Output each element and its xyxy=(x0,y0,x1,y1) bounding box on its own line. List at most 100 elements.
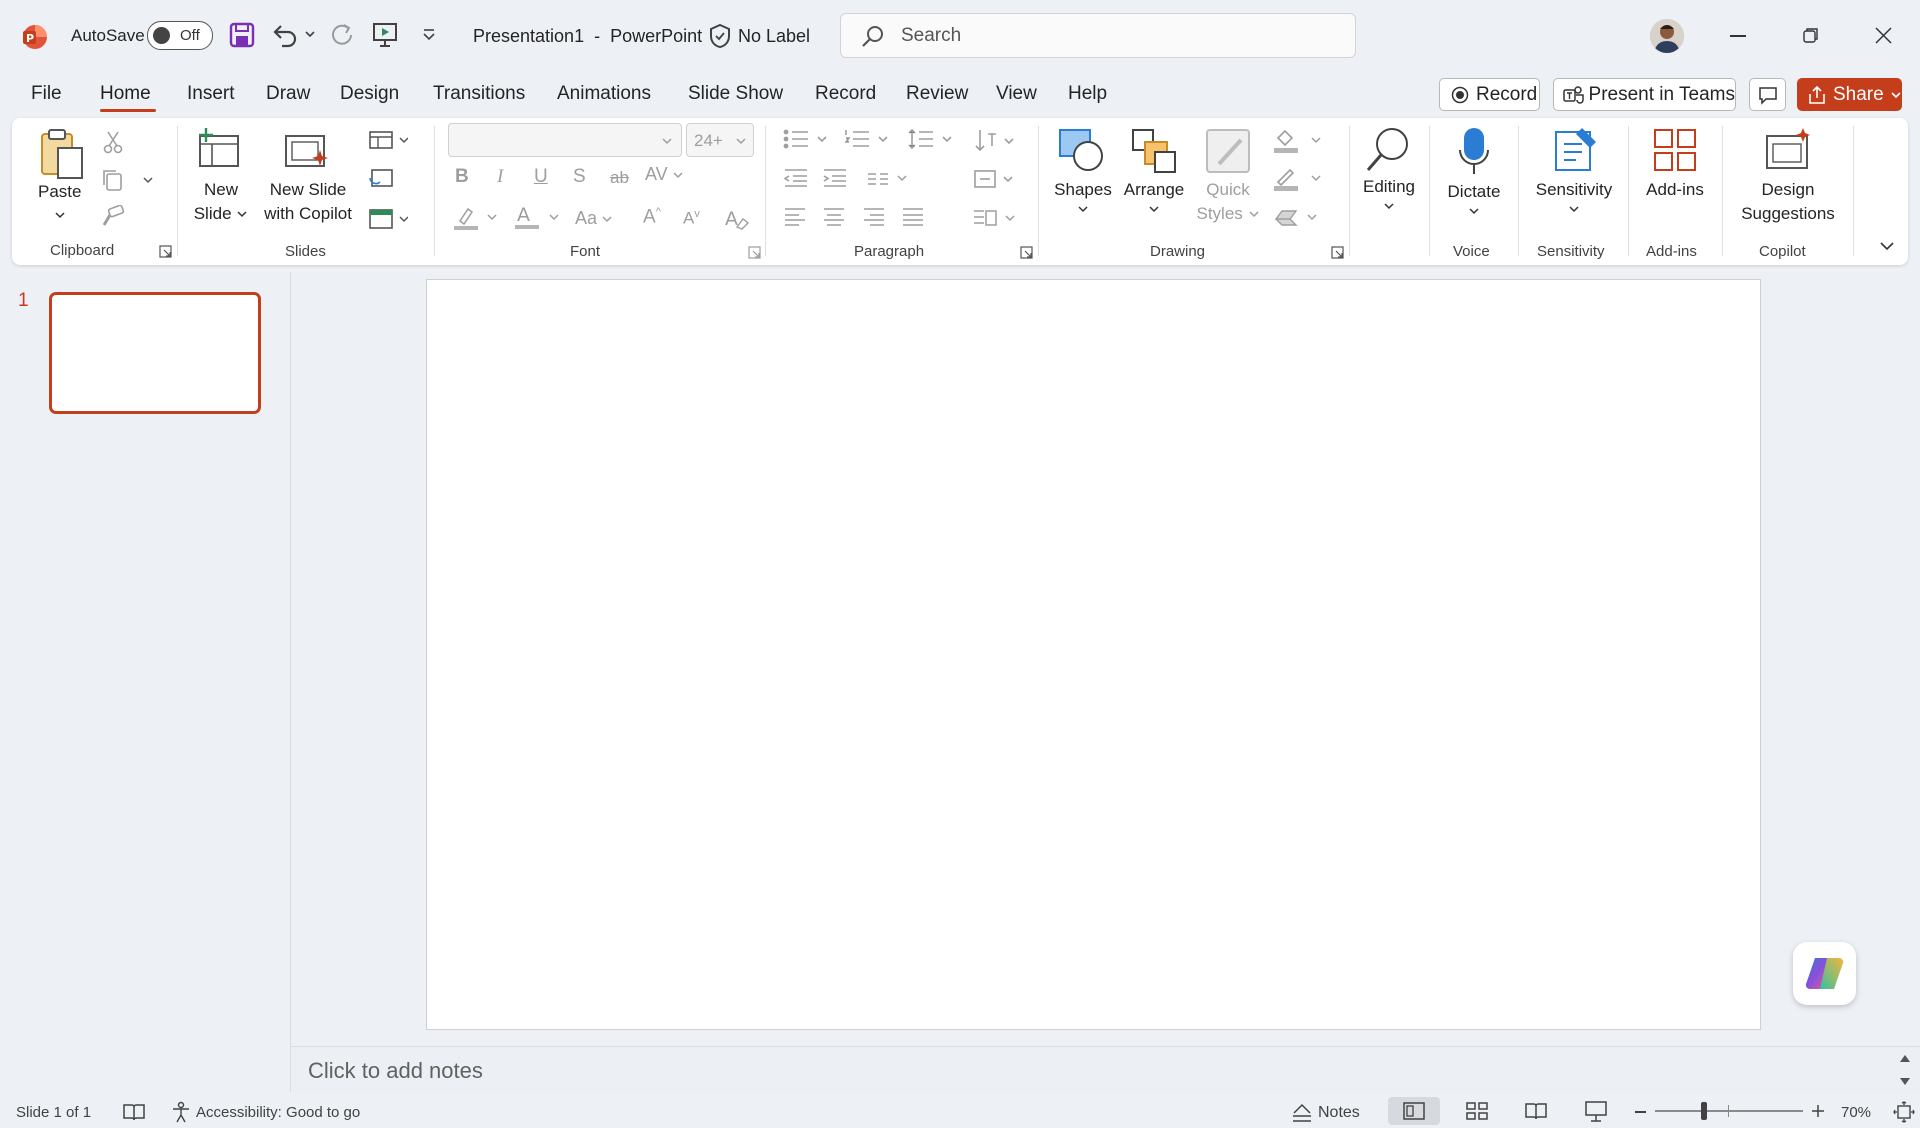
slide-canvas[interactable] xyxy=(426,279,1761,1030)
share-button[interactable]: Share xyxy=(1797,78,1902,111)
start-slideshow-icon[interactable] xyxy=(371,21,399,49)
label-status[interactable]: No Label xyxy=(738,26,810,47)
restore-icon[interactable] xyxy=(1803,27,1819,43)
add-ins-icon[interactable] xyxy=(1653,128,1697,172)
bold-icon[interactable]: B xyxy=(455,166,469,188)
dictate-label[interactable]: Dictate xyxy=(1441,180,1507,216)
text-shadow-icon[interactable]: S xyxy=(573,166,586,188)
quick-styles-icon[interactable] xyxy=(1205,128,1251,174)
scroll-down-icon[interactable] xyxy=(1899,1077,1911,1087)
change-case-icon[interactable]: Aa xyxy=(575,208,613,229)
clipboard-launcher-icon[interactable] xyxy=(159,245,172,258)
autosave-toggle[interactable]: Off xyxy=(147,21,213,50)
tab-view[interactable]: View xyxy=(996,83,1037,105)
normal-view-button[interactable] xyxy=(1388,1097,1440,1125)
paragraph-launcher-icon[interactable] xyxy=(1020,246,1033,259)
tab-animations[interactable]: Animations xyxy=(557,83,651,105)
numbering-icon[interactable] xyxy=(844,128,892,150)
copilot-button[interactable] xyxy=(1793,942,1856,1005)
slide-show-view-icon[interactable] xyxy=(1584,1100,1608,1122)
decrease-indent-icon[interactable] xyxy=(783,168,809,188)
section-icon[interactable] xyxy=(368,208,408,230)
undo-dropdown-chevron-icon[interactable] xyxy=(304,29,316,39)
copy-chevron-icon[interactable] xyxy=(142,175,154,185)
justify-icon[interactable] xyxy=(901,207,925,227)
tab-help[interactable]: Help xyxy=(1068,83,1107,105)
slide-info[interactable]: Slide 1 of 1 xyxy=(16,1104,91,1121)
fit-slide-icon[interactable] xyxy=(1893,1101,1915,1123)
record-button[interactable]: Record xyxy=(1439,78,1540,111)
quick-styles-label[interactable]: Quick Styles xyxy=(1190,178,1266,226)
customize-toolbar-icon[interactable] xyxy=(421,27,437,43)
drawing-launcher-icon[interactable] xyxy=(1331,246,1344,259)
paste-label[interactable]: Paste xyxy=(38,180,81,204)
tab-home[interactable]: Home xyxy=(100,83,151,105)
arrange-icon[interactable] xyxy=(1131,128,1177,174)
tab-draw[interactable]: Draw xyxy=(266,83,310,105)
font-name-combo[interactable] xyxy=(448,123,682,157)
shape-effects-icon[interactable] xyxy=(1272,207,1324,229)
spelling-book-icon[interactable] xyxy=(122,1102,146,1122)
ribbon-expand-chevron-icon[interactable] xyxy=(1879,240,1895,252)
new-slide-with-copilot-label[interactable]: New Slide with Copilot xyxy=(260,178,356,226)
present-in-teams-button[interactable]: Present in Teams xyxy=(1553,78,1736,111)
undo-icon[interactable] xyxy=(270,22,298,48)
shape-outline-icon[interactable] xyxy=(1272,166,1324,192)
new-slide-icon[interactable] xyxy=(196,128,242,170)
new-slide-label[interactable]: New Slide xyxy=(193,178,249,226)
slide-sorter-icon[interactable] xyxy=(1465,1101,1489,1121)
highlight-color-icon[interactable] xyxy=(452,205,498,231)
strikethrough-icon[interactable]: ab xyxy=(610,168,629,188)
sensitivity-icon[interactable] xyxy=(1554,126,1598,172)
design-suggestions-label[interactable]: Design Suggestions xyxy=(1730,178,1846,226)
new-slide-with-copilot-icon[interactable] xyxy=(284,130,330,172)
reset-slide-icon[interactable] xyxy=(368,168,394,190)
tab-file[interactable]: File xyxy=(31,83,62,105)
align-text-icon[interactable] xyxy=(973,168,1017,190)
minimize-icon[interactable] xyxy=(1730,35,1746,37)
tab-review[interactable]: Review xyxy=(906,83,968,105)
slide-thumbnail[interactable] xyxy=(49,292,261,414)
shape-fill-icon[interactable] xyxy=(1272,128,1324,154)
redo-icon[interactable] xyxy=(328,22,356,48)
comments-button[interactable] xyxy=(1749,78,1786,111)
editing-label[interactable]: Editing xyxy=(1356,175,1422,211)
tab-transitions[interactable]: Transitions xyxy=(433,83,525,105)
sensitivity-label[interactable]: Sensitivity xyxy=(1531,178,1617,214)
align-center-icon[interactable] xyxy=(822,207,846,227)
zoom-slider-track[interactable] xyxy=(1655,1110,1803,1112)
character-spacing-icon[interactable]: AV xyxy=(645,164,684,185)
tab-insert[interactable]: Insert xyxy=(187,83,235,105)
microphone-icon[interactable] xyxy=(1457,126,1491,176)
reading-view-icon[interactable] xyxy=(1524,1101,1548,1121)
bullets-icon[interactable] xyxy=(783,128,831,150)
tab-record[interactable]: Record xyxy=(815,83,876,105)
arrange-label[interactable]: Arrange xyxy=(1119,178,1189,214)
sensitivity-shield-icon[interactable] xyxy=(708,23,732,49)
design-suggestions-icon[interactable] xyxy=(1765,126,1813,172)
layout-icon[interactable] xyxy=(368,130,408,150)
accessibility-icon[interactable] xyxy=(170,1101,192,1123)
tab-slide-show[interactable]: Slide Show xyxy=(688,83,783,105)
align-left-icon[interactable] xyxy=(783,207,807,227)
shapes-label[interactable]: Shapes xyxy=(1053,178,1113,214)
line-spacing-icon[interactable] xyxy=(908,128,956,150)
italic-icon[interactable]: I xyxy=(497,166,503,188)
zoom-slider-thumb[interactable] xyxy=(1701,1102,1708,1120)
zoom-level[interactable]: 70% xyxy=(1841,1104,1871,1121)
text-direction-icon[interactable] xyxy=(974,128,1018,154)
close-icon[interactable] xyxy=(1875,27,1892,44)
align-right-icon[interactable] xyxy=(862,207,886,227)
cut-icon[interactable] xyxy=(102,130,124,154)
notes-toggle-label[interactable]: Notes xyxy=(1318,1104,1360,1122)
zoom-out-icon[interactable] xyxy=(1635,1111,1646,1113)
copy-icon[interactable] xyxy=(101,168,125,192)
font-size-combo[interactable]: 24+ xyxy=(686,123,754,157)
pane-divider[interactable] xyxy=(290,272,291,1092)
font-launcher-icon[interactable] xyxy=(748,246,761,259)
add-ins-label[interactable]: Add-ins xyxy=(1640,178,1710,202)
paste-chevron-icon[interactable] xyxy=(54,210,66,220)
font-color-icon[interactable]: A xyxy=(514,203,560,231)
increase-font-size-icon[interactable]: A^ xyxy=(643,206,661,228)
notes-toggle-icon[interactable] xyxy=(1290,1101,1314,1123)
